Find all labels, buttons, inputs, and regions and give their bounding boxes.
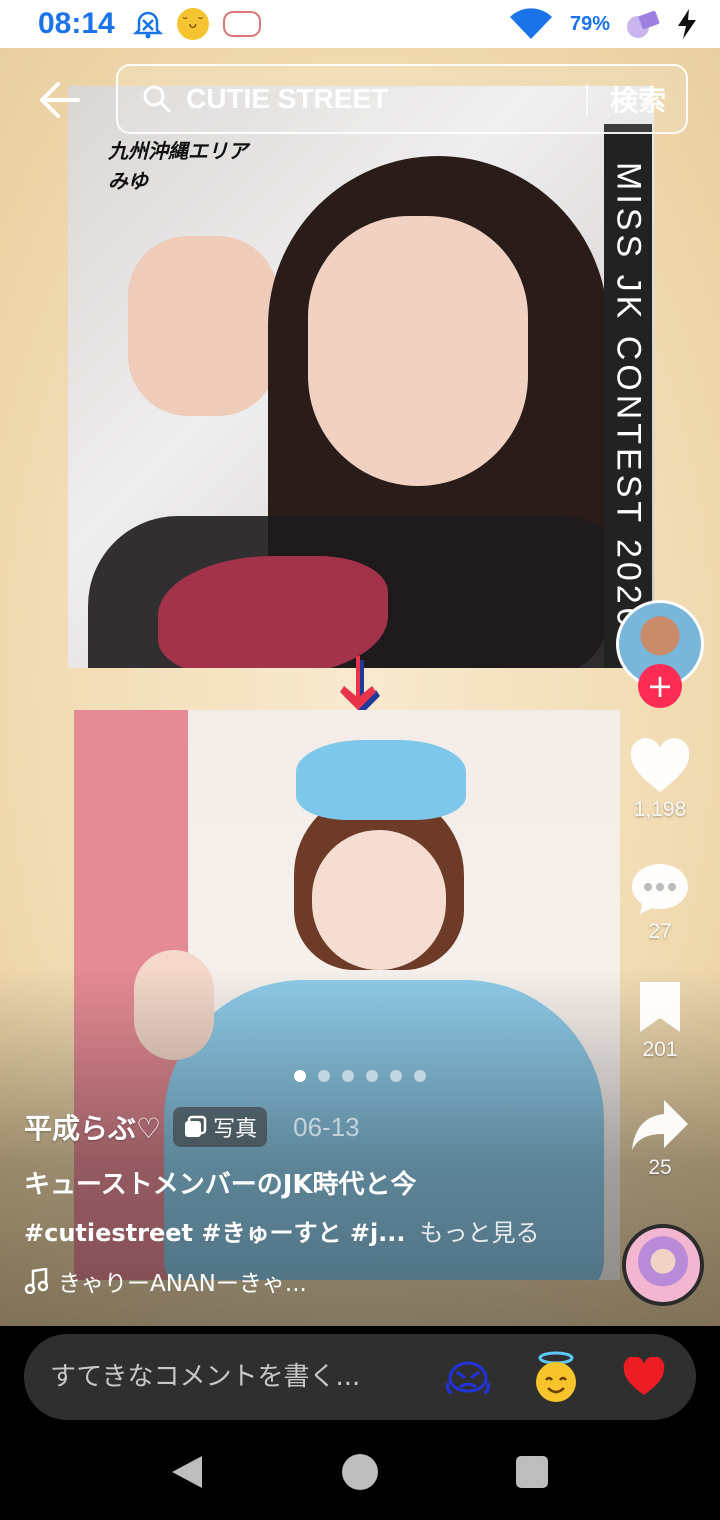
photo-badge-label: 写真 xyxy=(213,1117,258,1142)
carousel-dots xyxy=(294,1070,426,1082)
system-nav-bar xyxy=(0,1436,720,1520)
post-title: キューストメンバーのJK時代と今 xyxy=(24,1170,417,1200)
like-count: 1,198 xyxy=(633,798,687,821)
photo-face xyxy=(312,830,446,970)
search-bar[interactable]: 検索 xyxy=(116,64,688,134)
share-button[interactable]: 25 xyxy=(620,1098,700,1180)
heart-icon[interactable] xyxy=(616,1349,672,1405)
carousel-dot[interactable] xyxy=(366,1070,378,1082)
wifi-icon xyxy=(509,8,552,39)
cat-sticker-icon xyxy=(222,11,261,37)
comment-bar xyxy=(0,1326,720,1436)
status-time: 08:14 xyxy=(38,7,115,40)
halo-face-icon[interactable] xyxy=(528,1349,584,1405)
music-row[interactable]: きゃりーANANーきゃ... xyxy=(24,1264,604,1298)
status-notification-icons: ˘ᴗ˘ xyxy=(132,8,261,40)
photo-hand xyxy=(128,236,278,416)
carousel-dot[interactable] xyxy=(390,1070,402,1082)
tags-row: #cutiestreet #きゅーすと #j... もっと見る xyxy=(24,1213,604,1248)
post-date: 06-13 xyxy=(293,1111,360,1142)
carousel-dot-active[interactable] xyxy=(294,1070,306,1082)
alarm-off-icon xyxy=(132,11,163,39)
photo-area-caption: 九州沖縄エリア みゆ xyxy=(108,136,248,196)
comment-bubble-icon xyxy=(632,864,688,914)
post-photo-top: 九州沖縄エリア みゆ MISS JK CONTEST 2020 xyxy=(68,86,654,668)
see-more-link[interactable]: もっと見る xyxy=(420,1213,540,1248)
battery-icon xyxy=(627,10,660,38)
music-title: きゃりーANANーきゃ... xyxy=(58,1271,307,1297)
heart-icon xyxy=(630,738,690,792)
battery-percent: 79% xyxy=(569,12,610,35)
photo-area-line: 九州沖縄エリア xyxy=(108,139,248,163)
back-arrow-icon[interactable] xyxy=(38,78,82,122)
photo-face xyxy=(308,216,528,486)
comment-input[interactable] xyxy=(50,1362,408,1392)
comment-box[interactable] xyxy=(24,1334,696,1420)
search-icon xyxy=(143,85,171,113)
photo-name-line: みゆ xyxy=(108,169,148,193)
carousel-dot[interactable] xyxy=(342,1070,354,1082)
save-count: 201 xyxy=(642,1038,678,1061)
bookmark-icon xyxy=(640,982,680,1032)
music-disc[interactable] xyxy=(622,1224,704,1306)
carousel-dot[interactable] xyxy=(318,1070,330,1082)
emoji-face-icon: ˘ᴗ˘ xyxy=(176,8,209,40)
save-button[interactable]: 201 xyxy=(620,980,700,1062)
nav-home-icon[interactable] xyxy=(342,1454,378,1490)
nav-back-icon[interactable] xyxy=(170,1454,204,1490)
author-name[interactable]: 平成らぶ♡ xyxy=(24,1107,161,1147)
search-button[interactable]: 検索 xyxy=(610,79,666,119)
contest-banner-text: MISS JK CONTEST 2020 xyxy=(609,161,648,631)
crying-face-icon[interactable] xyxy=(440,1349,496,1405)
photo-ribbon xyxy=(296,740,466,820)
like-button[interactable]: 1,198 xyxy=(620,738,700,822)
share-arrow-icon xyxy=(632,1100,688,1150)
search-input[interactable] xyxy=(186,83,586,115)
photo-badge: 写真 xyxy=(173,1107,268,1147)
post-caption: 平成らぶ♡ 写真 06-13 キューストメンバーのJK時代と今 #cutiest… xyxy=(24,1104,604,1298)
photo-stack-icon xyxy=(185,1115,207,1137)
music-note-icon xyxy=(24,1268,48,1294)
comment-button[interactable]: 27 xyxy=(620,860,700,944)
follow-button[interactable]: + xyxy=(638,664,682,708)
search-divider xyxy=(585,84,588,114)
status-system-icons: 79% xyxy=(508,7,698,41)
hashtags[interactable]: #cutiestreet #きゅーすと #j... xyxy=(24,1213,406,1248)
share-count: 25 xyxy=(648,1156,672,1179)
status-bar: 08:14 ˘ᴗ˘ 79% xyxy=(0,0,720,48)
author-row: 平成らぶ♡ 写真 06-13 xyxy=(24,1104,604,1150)
photo-bow xyxy=(158,556,388,668)
charging-icon xyxy=(678,9,696,39)
carousel-dot[interactable] xyxy=(414,1070,426,1082)
contest-banner: MISS JK CONTEST 2020 xyxy=(604,124,652,668)
comment-count: 27 xyxy=(648,920,672,943)
nav-recents-icon[interactable] xyxy=(516,1456,548,1488)
